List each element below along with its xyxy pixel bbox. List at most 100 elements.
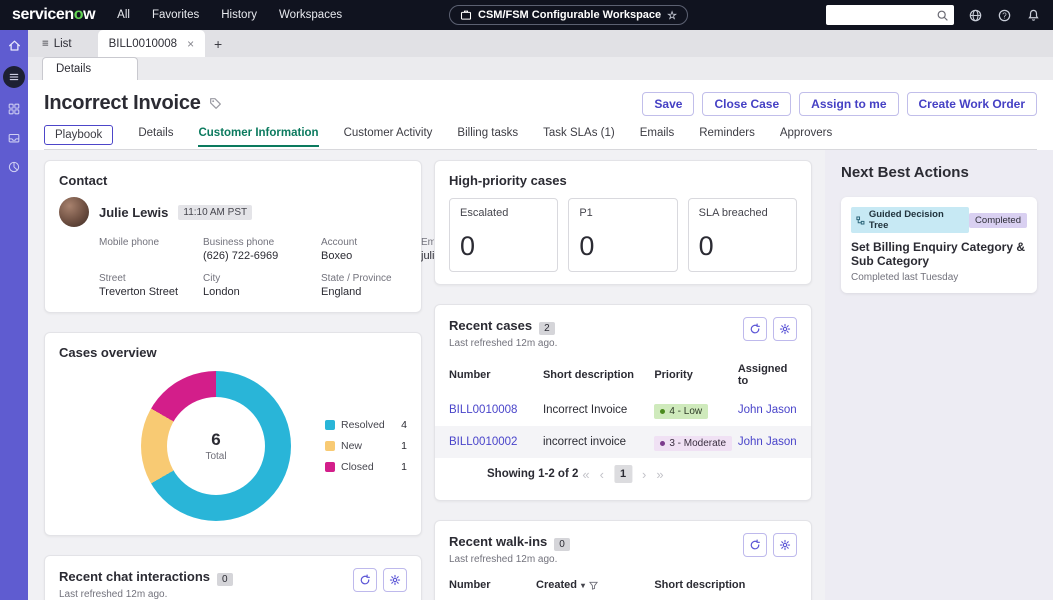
create-work-order-button[interactable]: Create Work Order <box>906 91 1037 116</box>
recent-chats-title: Recent chat interactions <box>59 569 210 584</box>
dashboard-grid-icon[interactable] <box>6 101 22 117</box>
close-icon[interactable]: × <box>187 37 194 51</box>
first-page-icon[interactable]: « <box>582 467 589 482</box>
recent-walkins-title: Recent walk-ins <box>449 534 548 549</box>
action-subtitle: Completed last Tuesday <box>851 272 959 283</box>
current-page[interactable]: 1 <box>614 465 632 483</box>
stat-p1[interactable]: P1 0 <box>568 198 678 272</box>
gear-icon[interactable] <box>773 533 797 557</box>
case-number-link[interactable]: BILL0010008 <box>449 404 543 416</box>
legend-item-resolved[interactable]: Resolved 4 <box>325 419 407 431</box>
contact-card: Contact Julie Lewis 11:10 AM PST Mobile … <box>44 160 542 313</box>
col-number[interactable]: Number <box>449 365 543 388</box>
previous-page-icon[interactable]: ‹ <box>600 467 604 482</box>
chevron-down-icon: ▾ <box>580 580 585 590</box>
tab-reminders[interactable]: Reminders <box>699 127 755 147</box>
cases-overview-card: Cases overview 6 Total Resolved 4 New 1 … <box>44 332 422 536</box>
walkup-inbox-icon[interactable] <box>6 130 22 146</box>
nav-item-history[interactable]: History <box>221 9 257 21</box>
next-best-actions-panel: Next Best Actions Guided Decision Tree C… <box>825 150 1053 600</box>
field-street: Street Treverton Street <box>99 273 179 298</box>
tab-playbook[interactable]: Playbook <box>44 125 114 145</box>
col-created[interactable]: Created ▾ <box>536 575 654 598</box>
priority-dot <box>660 409 666 414</box>
home-icon[interactable] <box>6 37 22 53</box>
legend-item-new[interactable]: New 1 <box>325 440 407 452</box>
last-page-icon[interactable]: » <box>656 467 663 482</box>
recent-chat-interactions-card: Recent chat interactions 0 Last refreshed… <box>44 555 422 600</box>
stat-sla-breached[interactable]: SLA breached 0 <box>687 198 797 272</box>
workspace-switcher[interactable]: CSM/FSM Configurable Workspace ☆ <box>449 5 689 25</box>
list-rail-item[interactable] <box>3 66 25 88</box>
next-page-icon[interactable]: › <box>642 467 646 482</box>
tab-approvers[interactable]: Approvers <box>780 127 832 147</box>
priority-dot <box>660 441 666 446</box>
nav-item-all[interactable]: All <box>117 9 130 21</box>
last-refreshed-text: Last refreshed 12m ago. <box>59 589 168 600</box>
col-number[interactable]: Number <box>449 575 536 598</box>
col-priority[interactable]: Priority <box>654 365 738 388</box>
tab-customer-activity[interactable]: Customer Activity <box>344 127 433 147</box>
field-city: City London <box>203 273 240 298</box>
add-tab-button[interactable]: + <box>205 30 231 57</box>
refresh-button[interactable] <box>353 568 377 592</box>
gear-icon[interactable] <box>383 568 407 592</box>
col-short-description[interactable]: Short description <box>543 365 654 388</box>
field-account: Account Boxeo <box>321 237 358 262</box>
gear-icon[interactable] <box>773 317 797 341</box>
nav-item-favorites[interactable]: Favorites <box>152 9 199 21</box>
tab-customer-information[interactable]: Customer Information <box>198 127 318 147</box>
next-best-action-card[interactable]: Guided Decision Tree Completed Set Billi… <box>841 197 1037 293</box>
help-icon[interactable]: ? <box>997 8 1012 23</box>
close-case-button[interactable]: Close Case <box>702 91 792 116</box>
record-header: Incorrect Invoice Save Close Case Assign… <box>28 80 1053 150</box>
col-assigned-to[interactable]: Assigned to <box>738 359 797 394</box>
menu-icon: ≡ <box>42 37 49 50</box>
tab-list[interactable]: ≡ List <box>30 30 84 57</box>
tab-task-slas[interactable]: Task SLAs (1) <box>543 127 615 147</box>
search-icon <box>936 9 949 22</box>
stat-escalated[interactable]: Escalated 0 <box>449 198 559 272</box>
subtab-details[interactable]: Details <box>42 57 138 80</box>
analytics-icon[interactable] <box>6 159 22 175</box>
refresh-button[interactable] <box>743 317 767 341</box>
tab-emails[interactable]: Emails <box>640 127 675 147</box>
table-row: BILL0010008 Incorrect Invoice 4 - Low Jo… <box>435 394 811 426</box>
notifications-bell-icon[interactable] <box>1026 8 1041 23</box>
globe-icon[interactable] <box>968 8 983 23</box>
tab-record-bill0010008[interactable]: BILL0010008 × <box>97 30 206 57</box>
servicenow-logo[interactable]: servicenow <box>12 6 96 24</box>
showing-count-text: Showing 1-2 of 2 <box>487 468 579 480</box>
star-icon[interactable]: ☆ <box>667 9 677 22</box>
workspace-tab-bar: ≡ List BILL0010008 × + <box>28 30 1053 57</box>
priority-badge: 4 - Low <box>654 404 709 419</box>
left-rail <box>0 30 28 600</box>
recent-cases-card: Recent cases 2 Last refreshed 12m ago. N… <box>434 304 812 501</box>
field-business-phone: Business phone (626) 722-6969 <box>203 237 279 262</box>
case-number-link[interactable]: BILL0010002 <box>449 436 543 448</box>
guided-decision-tree-badge: Guided Decision Tree <box>851 207 970 233</box>
tag-icon[interactable] <box>209 97 222 110</box>
priority-badge: 3 - Moderate <box>654 436 733 451</box>
global-search-input[interactable] <box>826 5 954 25</box>
nav-item-workspaces[interactable]: Workspaces <box>279 9 342 21</box>
high-priority-cases-card: High-priority cases Escalated 0 P1 0 SLA b… <box>434 160 812 285</box>
legend-swatch <box>325 420 335 430</box>
assigned-to-link[interactable]: John Jason <box>738 436 797 448</box>
tab-record-label: BILL0010008 <box>108 37 178 50</box>
col-short-description[interactable]: Short description <box>654 575 797 598</box>
assigned-to-link[interactable]: John Jason <box>738 404 797 416</box>
donut-total: 6 <box>211 430 221 449</box>
assign-to-me-button[interactable]: Assign to me <box>799 91 899 116</box>
cases-donut: 6 Total <box>141 371 291 521</box>
save-button[interactable]: Save <box>642 91 695 116</box>
legend-item-closed[interactable]: Closed 1 <box>325 461 407 473</box>
tab-details[interactable]: Details <box>138 127 173 147</box>
refresh-button[interactable] <box>743 533 767 557</box>
tab-billing-tasks[interactable]: Billing tasks <box>457 127 518 147</box>
table-row: BILL0010002 incorrect invoice 3 - Modera… <box>435 426 811 458</box>
high-priority-title: High-priority cases <box>449 173 567 188</box>
legend-swatch <box>325 462 335 472</box>
contact-card-title: Contact <box>59 173 108 188</box>
case-short-description: Incorrect Invoice <box>542 404 628 416</box>
